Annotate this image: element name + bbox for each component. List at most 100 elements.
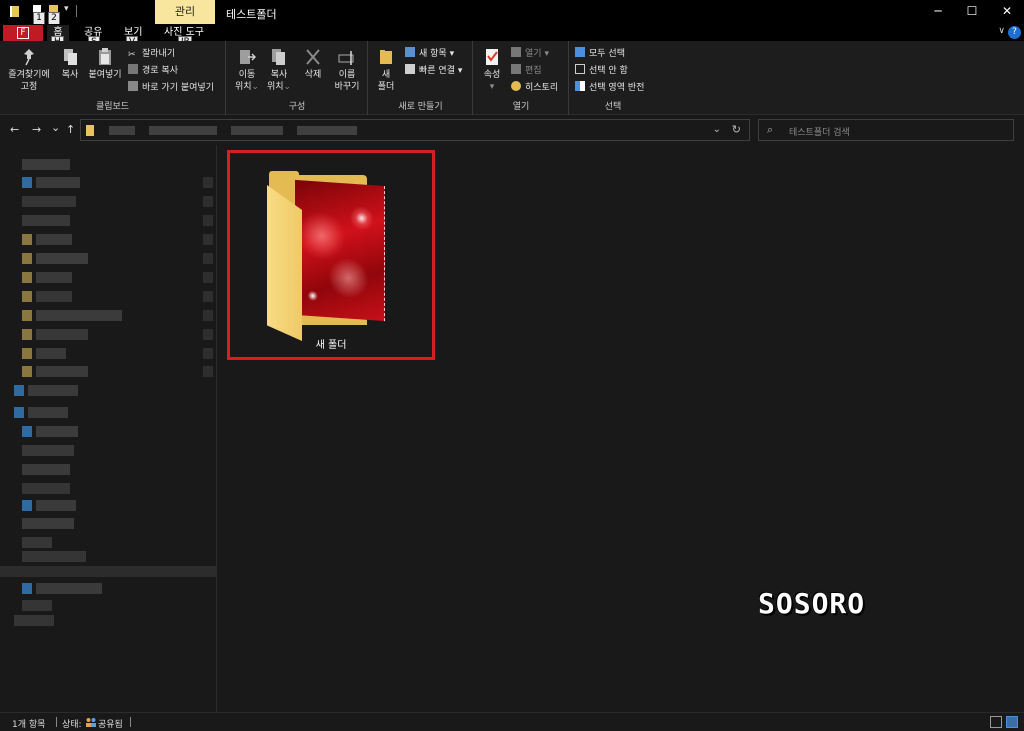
- search-input[interactable]: ⌕ 테스트폴더 검색: [758, 119, 1014, 141]
- group-label-clipboard: 클립보드: [95, 102, 130, 112]
- copy-button[interactable]: 복사: [58, 47, 82, 81]
- tab-file[interactable]: F: [3, 25, 43, 41]
- select-none-label: 선택 안 함: [589, 66, 628, 76]
- edit-label: 편집: [525, 66, 542, 76]
- pin-icon: [20, 47, 38, 67]
- large-icons-view-button[interactable]: [1006, 716, 1018, 728]
- collapse-ribbon-icon[interactable]: ∨: [998, 26, 1005, 36]
- paste-button[interactable]: 붙여넣기: [86, 47, 124, 81]
- copy-path-icon: [128, 64, 138, 74]
- invert-selection-button[interactable]: 선택 영역 반전: [575, 80, 644, 93]
- quick-access-dropdown-icon[interactable]: ▾: [64, 4, 69, 14]
- easy-access-label: 빠른 연결: [419, 66, 455, 76]
- divider: [130, 717, 131, 727]
- new-item-button[interactable]: 새 항목 ▾: [405, 46, 454, 59]
- delete-x-icon: [304, 47, 322, 67]
- folder-item[interactable]: 새 폴더: [227, 150, 435, 360]
- address-toolbar: ← → ⌄ ↑ ⌄ ↻ ⌕ 테스트폴더 검색: [0, 115, 1024, 145]
- edit-button[interactable]: 편집: [511, 63, 542, 76]
- select-all-button[interactable]: 모두 선택: [575, 46, 625, 59]
- new-folder-label-line1: 새: [381, 70, 391, 80]
- group-label-select: 선택: [604, 102, 622, 112]
- details-view-button[interactable]: [990, 716, 1002, 728]
- pin-label-line1: 즐겨찾기에: [8, 70, 50, 80]
- properties-button[interactable]: 속성 ▾: [478, 47, 506, 93]
- shared-users-icon: [85, 717, 97, 727]
- tab-manage[interactable]: 관리: [155, 0, 215, 24]
- copy-path-button[interactable]: 경로 복사: [128, 63, 178, 76]
- move-to-label-line2: 위치⌄: [234, 82, 260, 92]
- cut-button[interactable]: ✂ 잘라내기: [128, 46, 175, 60]
- history-button[interactable]: 히스토리: [511, 80, 558, 93]
- copy-icon: [61, 47, 79, 67]
- copy-to-icon: [270, 47, 288, 67]
- address-dropdown-icon[interactable]: ⌄: [713, 124, 721, 135]
- scissors-icon: ✂: [128, 50, 136, 60]
- breadcrumb[interactable]: [149, 126, 217, 135]
- group-organize: 이동 위치⌄ 복사 위치⌄ 삭제 이름 바꾸기 구성: [227, 41, 368, 115]
- rename-button[interactable]: 이름 바꾸기: [331, 47, 363, 93]
- new-folder-button[interactable]: 새 폴더: [373, 47, 399, 93]
- open-button[interactable]: 열기 ▾: [511, 46, 549, 59]
- delete-button[interactable]: 삭제: [300, 47, 326, 81]
- folder-name: 새 폴더: [315, 340, 347, 351]
- paste-icon: [96, 47, 114, 67]
- history-icon: [511, 81, 521, 91]
- history-label: 히스토리: [525, 83, 559, 93]
- rename-icon: [338, 47, 356, 67]
- group-clipboard: 즐겨찾기에 고정 복사 붙여넣기 ✂ 잘라내기 경로 복사 바로 가기 붙여넣기 …: [0, 41, 226, 115]
- watermark-logo: SOSORO: [758, 587, 866, 620]
- group-label-organize: 구성: [288, 102, 306, 112]
- properties-icon: [483, 47, 501, 67]
- easy-access-button[interactable]: 빠른 연결 ▾: [405, 63, 462, 76]
- edit-icon: [511, 64, 521, 74]
- keytip-f: F: [17, 27, 29, 39]
- move-to-button[interactable]: 이동 위치⌄: [232, 47, 262, 93]
- select-none-button[interactable]: 선택 안 함: [575, 63, 628, 76]
- new-item-label: 새 항목: [419, 49, 447, 59]
- properties-dropdown-icon[interactable]: ▾: [478, 81, 506, 93]
- copy-to-button[interactable]: 복사 위치⌄: [264, 47, 294, 93]
- help-icon[interactable]: ?: [1008, 26, 1021, 39]
- navigation-pane[interactable]: [0, 145, 217, 712]
- select-none-icon: [575, 64, 585, 74]
- up-button[interactable]: ↑: [66, 123, 75, 136]
- folder-icon: [10, 6, 19, 17]
- ribbon: 즐겨찾기에 고정 복사 붙여넣기 ✂ 잘라내기 경로 복사 바로 가기 붙여넣기 …: [0, 41, 1024, 115]
- pin-label-line2: 고정: [20, 82, 38, 92]
- new-folder-label-line2: 폴더: [377, 82, 395, 92]
- group-label-new: 새로 만들기: [398, 102, 443, 112]
- status-bar: 1개 항목 상태: 공유됨: [0, 712, 1024, 731]
- close-button[interactable]: ✕: [998, 4, 1016, 18]
- search-icon: ⌕: [767, 123, 774, 136]
- sharing-state-value: 공유됨: [98, 720, 123, 730]
- minimize-button[interactable]: ─: [929, 4, 947, 18]
- open-icon: [511, 47, 521, 57]
- open-label: 열기: [525, 49, 542, 59]
- back-button[interactable]: ←: [10, 123, 19, 136]
- group-new: 새 폴더 새 항목 ▾ 빠른 연결 ▾ 새로 만들기: [369, 41, 473, 115]
- ribbon-tabs: F 홈 H 공유 S 보기 V 사진 도구 JP ∨ ?: [0, 24, 1024, 49]
- select-all-icon: [575, 47, 585, 57]
- file-list[interactable]: 새 폴더 SOSORO: [218, 145, 1024, 712]
- folder-icon-front: [267, 185, 302, 341]
- paste-shortcut-button[interactable]: 바로 가기 붙여넣기: [128, 80, 214, 93]
- group-label-open: 열기: [512, 102, 530, 112]
- forward-button[interactable]: →: [32, 123, 41, 136]
- refresh-icon[interactable]: ↻: [732, 123, 741, 136]
- pin-to-quick-access-button[interactable]: 즐겨찾기에 고정: [4, 47, 54, 93]
- window-title: 테스트폴더: [226, 8, 277, 21]
- rename-label-line1: 이름: [338, 70, 356, 80]
- breadcrumb[interactable]: [231, 126, 283, 135]
- copy-label: 복사: [61, 70, 79, 80]
- paste-shortcut-icon: [128, 81, 138, 91]
- maximize-button[interactable]: ☐: [963, 4, 981, 18]
- folder-thumbnail-image: [295, 179, 385, 322]
- move-to-label-line1: 이동: [238, 70, 256, 80]
- recent-locations-button[interactable]: ⌄: [51, 121, 60, 134]
- address-bar[interactable]: ⌄ ↻: [80, 119, 750, 141]
- divider: [56, 717, 57, 727]
- invert-selection-icon: [575, 81, 585, 91]
- breadcrumb[interactable]: [297, 126, 357, 135]
- breadcrumb[interactable]: [109, 126, 135, 135]
